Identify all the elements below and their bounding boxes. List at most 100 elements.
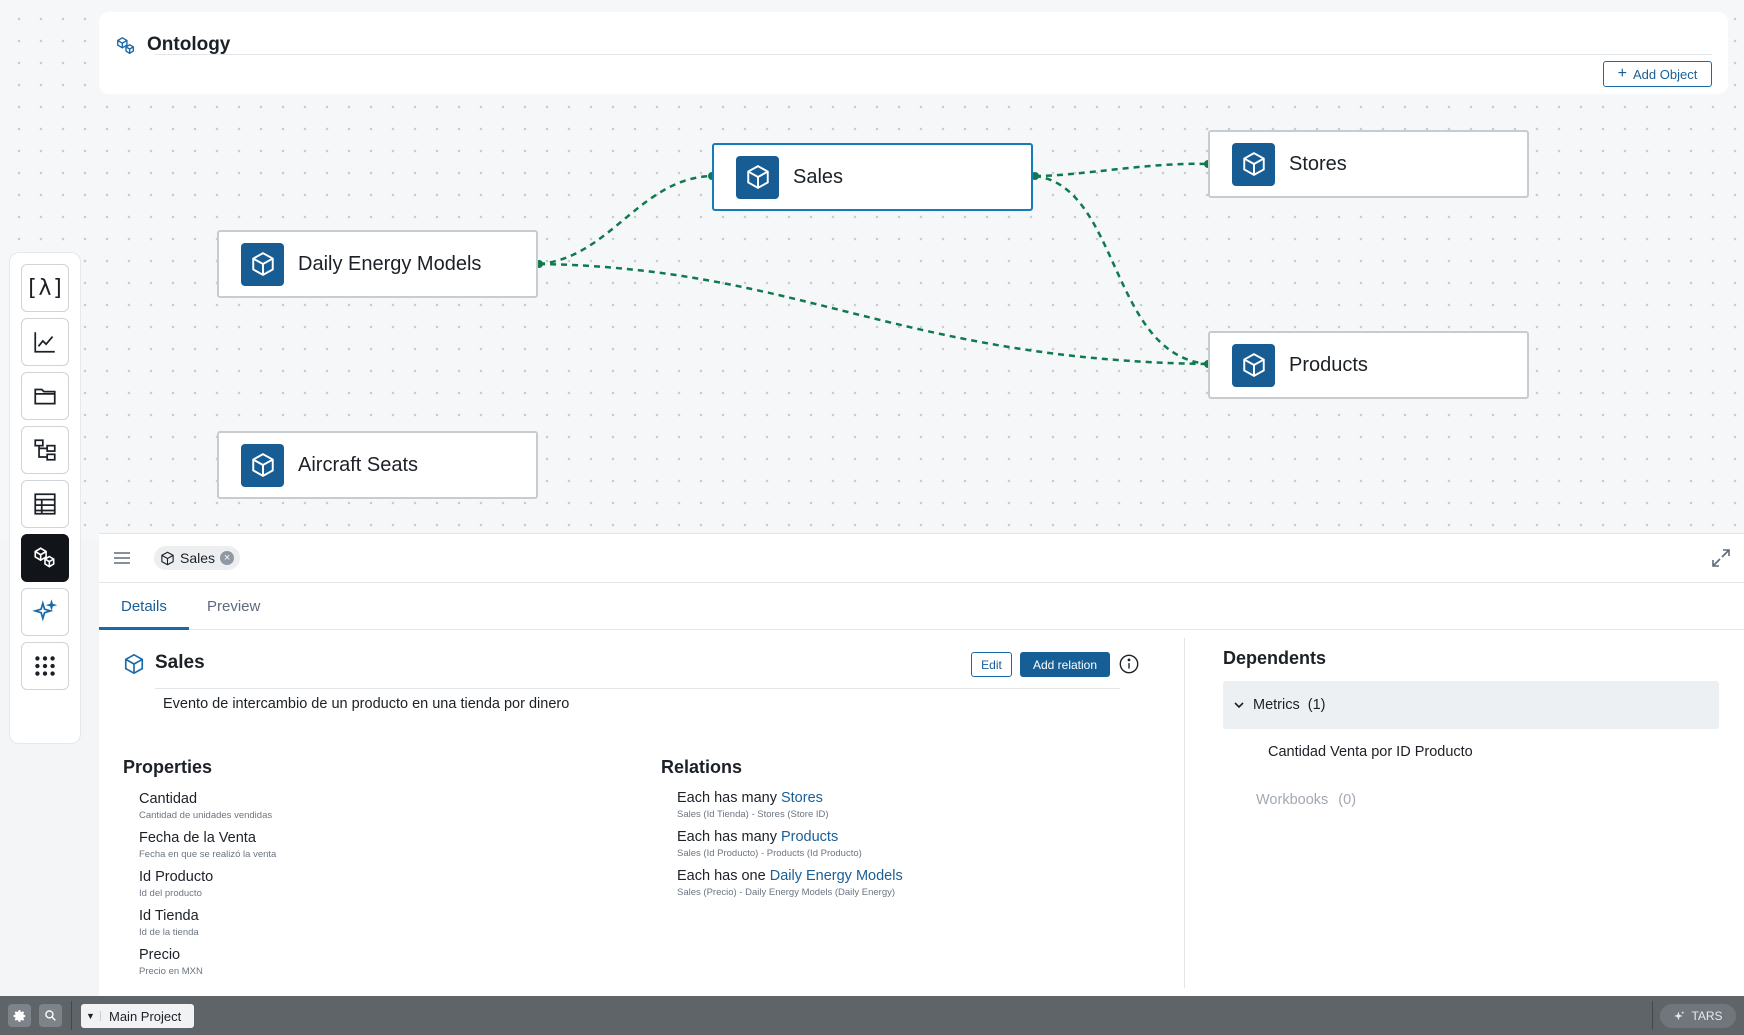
lambda-icon: [λ] — [25, 275, 65, 301]
workbooks-label: Workbooks — [1256, 792, 1329, 808]
node-label: Products — [1289, 353, 1368, 376]
plus-icon: + — [1617, 65, 1627, 82]
property-name: Cantidad — [139, 791, 198, 807]
header-divider — [155, 54, 1712, 55]
rail-button-functions[interactable]: [λ] — [21, 264, 69, 312]
property-desc: Id del producto — [139, 888, 202, 899]
property-name: Id Producto — [139, 869, 214, 885]
property-name: Precio — [139, 947, 181, 963]
metric-item[interactable]: Cantidad Venta por ID Producto — [1268, 744, 1473, 760]
cube-icon — [124, 653, 144, 675]
object-title: Sales — [155, 652, 205, 673]
hierarchy-icon — [34, 439, 56, 461]
node-stores[interactable]: Stores — [1208, 130, 1529, 198]
rail-button-ontology[interactable] — [21, 534, 69, 582]
search-button[interactable] — [39, 1004, 62, 1027]
relations-title: Relations — [661, 757, 743, 777]
cube-icon — [1232, 343, 1275, 387]
project-label: Main Project — [109, 1008, 182, 1024]
property-item[interactable]: Precio Precio en MXN — [139, 947, 203, 977]
rail-button-tables[interactable] — [21, 480, 69, 528]
bar-divider — [71, 1001, 72, 1030]
node-daily-energy-models[interactable]: Daily Energy Models — [217, 230, 538, 298]
line-chart-icon — [34, 332, 55, 353]
relation-mapping: Sales (Id Producto) - Products (Id Produ… — [677, 848, 862, 859]
tool-rail: [λ] — [9, 252, 81, 744]
tars-button[interactable]: TARS — [1660, 1004, 1736, 1028]
tag-label: Sales — [180, 550, 216, 566]
gear-icon — [13, 1009, 25, 1022]
node-label: Daily Energy Models — [298, 252, 482, 275]
tab-details[interactable]: Details — [121, 598, 167, 615]
node-label: Aircraft Seats — [298, 453, 419, 476]
close-icon[interactable]: × — [220, 551, 235, 565]
panel-divider — [1184, 638, 1185, 988]
relation-link-stores[interactable]: Stores — [781, 790, 823, 806]
metrics-group-header[interactable]: Metrics (1) — [1223, 681, 1719, 729]
object-description: Evento de intercambio de un producto en … — [163, 696, 570, 712]
header-card: Ontology + Add Object — [99, 12, 1728, 94]
relation-link-daily-energy-models[interactable]: Daily Energy Models — [770, 868, 903, 884]
info-icon[interactable] — [1118, 653, 1140, 675]
bottom-bar: ▼ Main Project TARS — [0, 996, 1744, 1035]
cube-icon — [161, 551, 174, 565]
folder-icon — [34, 388, 56, 405]
rail-button-apps[interactable] — [21, 642, 69, 690]
search-icon — [45, 1010, 56, 1021]
metrics-count: (1) — [1307, 697, 1326, 713]
edit-button[interactable]: Edit — [971, 652, 1012, 677]
relation-prefix: Each has many — [677, 829, 777, 845]
workbooks-count: (0) — [1338, 792, 1357, 808]
node-aircraft-seats[interactable]: Aircraft Seats — [217, 431, 538, 499]
add-relation-button[interactable]: Add relation — [1020, 652, 1110, 677]
dependents-title: Dependents — [1223, 648, 1327, 668]
property-item[interactable]: Fecha de la Venta Fecha en que se realiz… — [139, 830, 276, 860]
selected-object-tag[interactable]: Sales × — [154, 546, 241, 570]
panel-tabs: Details Preview — [99, 583, 1744, 630]
sparkle-icon — [1674, 1010, 1685, 1020]
rail-button-ai[interactable] — [21, 588, 69, 636]
caret-down-icon: ▼ — [81, 1011, 101, 1021]
relation-mapping: Sales (Id Tienda) - Stores (Store ID) — [677, 809, 829, 820]
add-object-button[interactable]: + Add Object — [1603, 61, 1712, 87]
property-name: Fecha de la Venta — [139, 830, 256, 846]
property-item[interactable]: Id Producto Id del producto — [139, 869, 213, 899]
active-tab-indicator — [99, 627, 189, 630]
project-selector[interactable]: ▼ Main Project — [81, 1004, 194, 1028]
node-label: Stores — [1289, 152, 1347, 175]
node-products[interactable]: Products — [1208, 331, 1529, 399]
property-desc: Cantidad de unidades vendidas — [139, 810, 273, 821]
property-item[interactable]: Id Tienda Id de la tienda — [139, 908, 199, 938]
relation-link-products[interactable]: Products — [781, 829, 838, 845]
property-name: Id Tienda — [139, 908, 199, 924]
relation-item: Each has one Daily Energy Models Sales (… — [677, 868, 903, 898]
rail-button-charts[interactable] — [21, 318, 69, 366]
relation-prefix: Each has one — [677, 868, 766, 884]
property-desc: Precio en MXN — [139, 966, 203, 977]
chevron-down-icon — [1234, 702, 1244, 709]
node-sales[interactable]: Sales — [712, 143, 1033, 211]
cube-icon — [241, 242, 284, 286]
detail-divider — [155, 688, 1120, 689]
add-object-label: Add Object — [1633, 66, 1698, 82]
node-label: Sales — [793, 165, 844, 188]
relation-mapping: Sales (Precio) - Daily Energy Models (Da… — [677, 887, 896, 898]
menu-icon[interactable] — [113, 551, 131, 565]
relation-prefix: Each has many — [677, 790, 777, 806]
workbooks-group-header[interactable]: Workbooks (0) — [1256, 792, 1356, 808]
settings-button[interactable] — [8, 1004, 31, 1027]
expand-icon[interactable] — [1712, 549, 1730, 567]
details-panel: Sales × Details Preview Sales Edit Add r… — [99, 533, 1744, 996]
tab-preview[interactable]: Preview — [207, 598, 260, 615]
property-desc: Id de la tienda — [139, 927, 199, 938]
apps-grid-icon — [35, 656, 55, 676]
rail-button-hierarchy[interactable] — [21, 426, 69, 474]
table-icon — [34, 493, 56, 515]
page-title: Ontology — [147, 34, 231, 55]
property-desc: Fecha en que se realizó la venta — [139, 849, 277, 860]
cubes-icon — [117, 36, 135, 55]
bar-divider — [1652, 1001, 1653, 1030]
properties-title: Properties — [123, 757, 213, 777]
property-item[interactable]: Cantidad Cantidad de unidades vendidas — [139, 791, 272, 821]
rail-button-files[interactable] — [21, 372, 69, 420]
